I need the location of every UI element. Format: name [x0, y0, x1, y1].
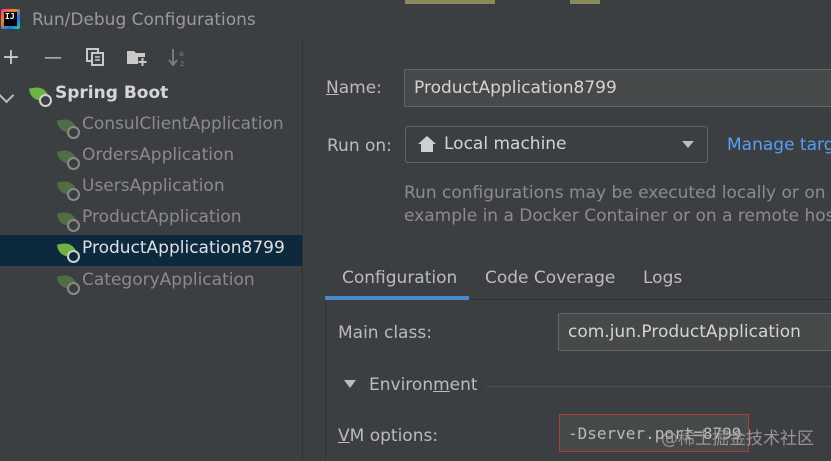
sort-alphabetically-icon[interactable]: az: [168, 46, 190, 68]
spring-boot-icon: [56, 148, 80, 170]
tree-item[interactable]: ConsulClientApplication: [0, 111, 302, 142]
svg-text:z: z: [180, 59, 184, 68]
tree-toolbar: + — az: [0, 40, 302, 76]
intellij-logo-icon: IJ: [1, 9, 20, 29]
name-label-text: ame:: [338, 78, 382, 98]
chevron-down-icon[interactable]: [0, 88, 14, 102]
svg-text:a: a: [179, 49, 184, 58]
tree-item-label: OrdersApplication: [82, 145, 235, 165]
vm-label-mnemonic: V: [338, 426, 350, 446]
vm-options-label: VM options:: [338, 426, 438, 446]
title-decoration: [405, 0, 495, 4]
spring-boot-icon: [56, 179, 80, 201]
tree-item-label: ProductApplication: [82, 207, 242, 227]
environment-section-label[interactable]: Environment: [369, 375, 478, 395]
house-icon: [418, 136, 436, 152]
tree-item[interactable]: CategoryApplication: [0, 267, 302, 298]
manage-targets-link[interactable]: Manage targ: [727, 135, 831, 155]
tree-item[interactable]: ProductApplication: [0, 204, 302, 235]
environment-label-mnemonic: m: [433, 375, 450, 395]
tree-item-selected[interactable]: ProductApplication8799: [0, 235, 302, 266]
title-decoration: [570, 0, 600, 4]
spring-boot-icon: [56, 117, 80, 139]
vm-label-text: M options:: [349, 426, 439, 446]
tree-item-label: ProductApplication8799: [82, 238, 285, 258]
tab-configuration[interactable]: Configuration: [342, 268, 457, 288]
tree-item[interactable]: OrdersApplication: [0, 142, 302, 173]
main-class-field[interactable]: com.jun.ProductApplication: [558, 313, 831, 351]
collapse-triangle-icon[interactable]: [344, 380, 356, 388]
tab-code-coverage[interactable]: Code Coverage: [485, 268, 615, 288]
environment-label-part: Environ: [369, 375, 434, 395]
spring-boot-icon: [28, 85, 52, 107]
chevron-down-icon: [682, 141, 694, 148]
title-bar: IJ Run/Debug Configurations: [0, 0, 831, 40]
run-on-value: Local machine: [444, 134, 567, 154]
minus-icon[interactable]: —: [42, 46, 64, 68]
tree-group-spring-boot[interactable]: Spring Boot: [0, 80, 302, 111]
configurations-tree-pane: + — az Spring Boot ConsulClientApplicati…: [0, 40, 302, 461]
spring-boot-icon: [56, 273, 80, 295]
tree-item-label: UsersApplication: [82, 176, 225, 196]
folder-add-icon[interactable]: [126, 46, 148, 68]
main-class-label: Main class:: [338, 323, 432, 343]
name-label: Name:: [326, 78, 382, 98]
name-label-mnemonic: N: [326, 78, 339, 98]
tree-group-label: Spring Boot: [55, 83, 169, 103]
copy-icon[interactable]: [84, 46, 106, 68]
run-on-hint-line1: Run configurations may be executed local…: [404, 183, 831, 203]
logo-text: IJ: [5, 12, 15, 21]
configuration-editor: Name: ProductApplication8799 Run on: Loc…: [303, 40, 831, 461]
tree-item-label: CategoryApplication: [82, 270, 255, 290]
spring-boot-icon: [56, 210, 80, 232]
name-field[interactable]: ProductApplication8799: [404, 69, 831, 107]
environment-label-part: ent: [449, 375, 478, 395]
section-separator: [486, 386, 831, 387]
tree-item[interactable]: UsersApplication: [0, 173, 302, 204]
spring-boot-icon: [56, 241, 80, 263]
run-on-dropdown[interactable]: Local machine: [405, 126, 708, 163]
run-on-hint-line2: example in a Docker Container or on a re…: [404, 206, 831, 226]
tab-logs[interactable]: Logs: [643, 268, 682, 288]
configuration-tab-content: Main class: com.jun.ProductApplication E…: [325, 300, 831, 461]
window-title: Run/Debug Configurations: [32, 10, 256, 30]
plus-icon[interactable]: +: [0, 45, 22, 70]
watermark: @稀土掘金技术社区: [661, 429, 814, 449]
tree-item-label: ConsulClientApplication: [82, 114, 284, 134]
run-on-label: Run on:: [327, 136, 392, 156]
